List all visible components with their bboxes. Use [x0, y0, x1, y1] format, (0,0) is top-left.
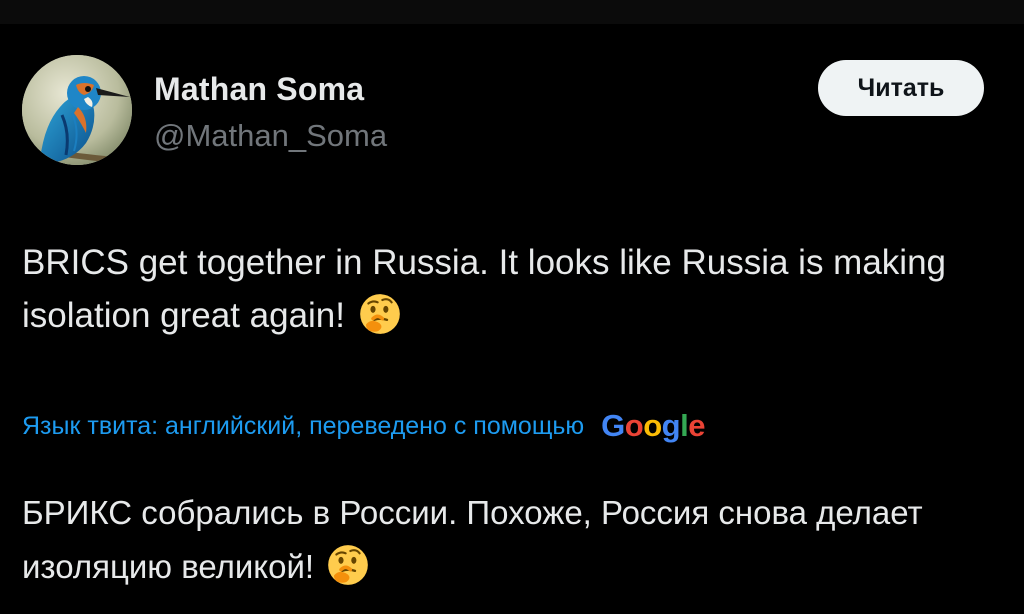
display-name[interactable]: Mathan Soma: [154, 69, 364, 109]
tweet-text: BRICS get together in Russia. It looks l…: [22, 236, 1012, 342]
tweet-page: Mathan Soma @Mathan_Soma Читать BRICS ge…: [0, 0, 1024, 614]
translated-text: БРИКС собрались в России. Похоже, Россия…: [22, 486, 1012, 594]
google-letter: G: [601, 408, 625, 443]
google-letter: l: [680, 408, 689, 443]
google-letter: g: [661, 408, 681, 443]
google-letter: o: [624, 408, 644, 443]
translation-note: Язык твита: английский, переведено с пом…: [22, 412, 585, 440]
google-letter: e: [688, 408, 705, 443]
thinking-face-icon: [359, 294, 400, 334]
google-letter: o: [643, 408, 662, 443]
google-logo: Google: [601, 404, 705, 448]
avatar[interactable]: [22, 55, 132, 165]
top-bar: [0, 0, 1024, 24]
follow-button[interactable]: Читать: [818, 60, 984, 116]
translated-body: БРИКС собрались в России. Похоже, Россия…: [22, 494, 923, 585]
translation-note-link[interactable]: Язык твита: английский, переведено с пом…: [22, 404, 705, 448]
user-handle[interactable]: @Mathan_Soma: [154, 116, 387, 156]
tweet-body: BRICS get together in Russia. It looks l…: [22, 243, 946, 335]
thinking-face-icon: [328, 545, 369, 585]
kingfisher-avatar-image: [22, 55, 132, 165]
